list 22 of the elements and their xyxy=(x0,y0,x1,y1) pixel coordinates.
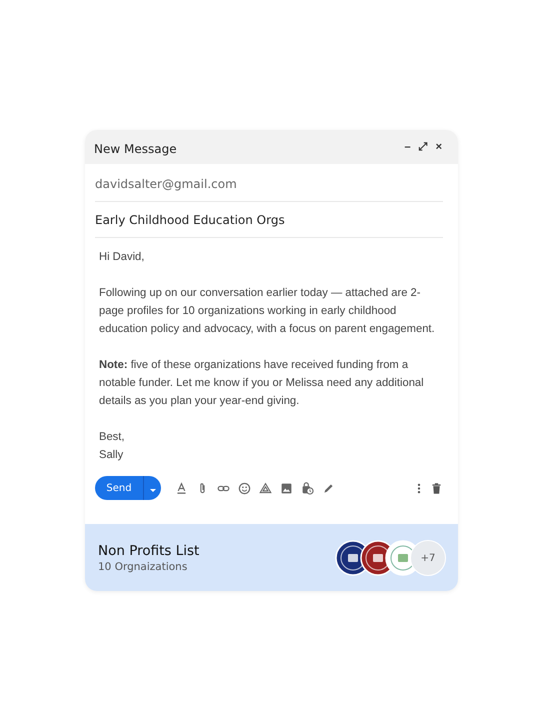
pen-icon[interactable] xyxy=(322,482,335,494)
list-title: Non Profits List xyxy=(98,543,200,559)
recipient-field[interactable]: davidsalter@gmail.com xyxy=(95,164,443,202)
text-format-icon[interactable] xyxy=(175,482,188,494)
more-icon[interactable] xyxy=(416,482,422,494)
image-icon[interactable] xyxy=(280,482,293,494)
more-count: +7 xyxy=(410,540,446,576)
list-subtitle: 10 Orgnaizations xyxy=(98,561,188,573)
caret-icon xyxy=(148,488,156,492)
send-button[interactable]: Send xyxy=(95,476,143,500)
message-paragraph: Best, Sally xyxy=(99,430,126,463)
subject-field[interactable]: Early Childhood Education Orgs xyxy=(95,202,443,238)
message-paragraph: Note: five of these organizations have received funding from a notable funder. Let me know if you or Melissa need any additional details as you plan your year-end giving. xyxy=(99,358,425,409)
trash-icon[interactable] xyxy=(430,482,443,494)
list-panel[interactable]: Non Profits List 10 Orgnaizations +7 xyxy=(85,524,458,591)
smiley-icon[interactable] xyxy=(238,482,251,494)
window-title: New Message xyxy=(94,141,178,156)
lock-clock-icon[interactable] xyxy=(301,482,314,494)
send-options-button[interactable] xyxy=(143,476,161,500)
message-paragraph: Hi David, xyxy=(99,250,146,265)
message-paragraph: Following up on our conversation earlier today — attached are 2-page profiles for 10 organizations working in early childhood education policy and advocacy, with a focus on parent engagement. xyxy=(99,286,436,337)
triangle-icon[interactable] xyxy=(259,482,272,494)
